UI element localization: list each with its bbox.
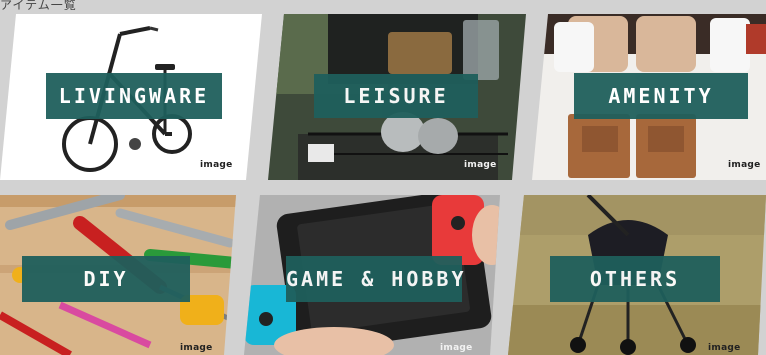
category-label: DIY [22, 256, 190, 302]
category-label: LEISURE [314, 74, 478, 118]
image-caption: image [464, 160, 497, 170]
category-grid: アイテム一覧 LIVINGWARE image LEISURE image AM… [0, 0, 766, 355]
category-tile-game-hobby[interactable]: GAME & HOBBY image [244, 195, 500, 355]
category-label: OTHERS [550, 256, 720, 302]
image-caption: image [440, 343, 473, 353]
image-caption: image [180, 343, 213, 353]
section-heading: アイテム一覧 [0, 0, 77, 10]
category-tile-leisure[interactable]: LEISURE image [268, 14, 526, 180]
category-label: LIVINGWARE [46, 73, 222, 119]
category-tile-diy[interactable]: DIY image [0, 195, 236, 355]
image-caption: image [728, 160, 761, 170]
category-tile-others[interactable]: OTHERS image [508, 195, 766, 355]
category-label: AMENITY [574, 73, 748, 119]
image-caption: image [200, 160, 233, 170]
category-tile-livingware[interactable]: LIVINGWARE image [0, 14, 262, 180]
category-label: GAME & HOBBY [286, 256, 464, 302]
category-tile-amenity[interactable]: AMENITY image [532, 14, 766, 180]
image-caption: image [708, 343, 741, 353]
